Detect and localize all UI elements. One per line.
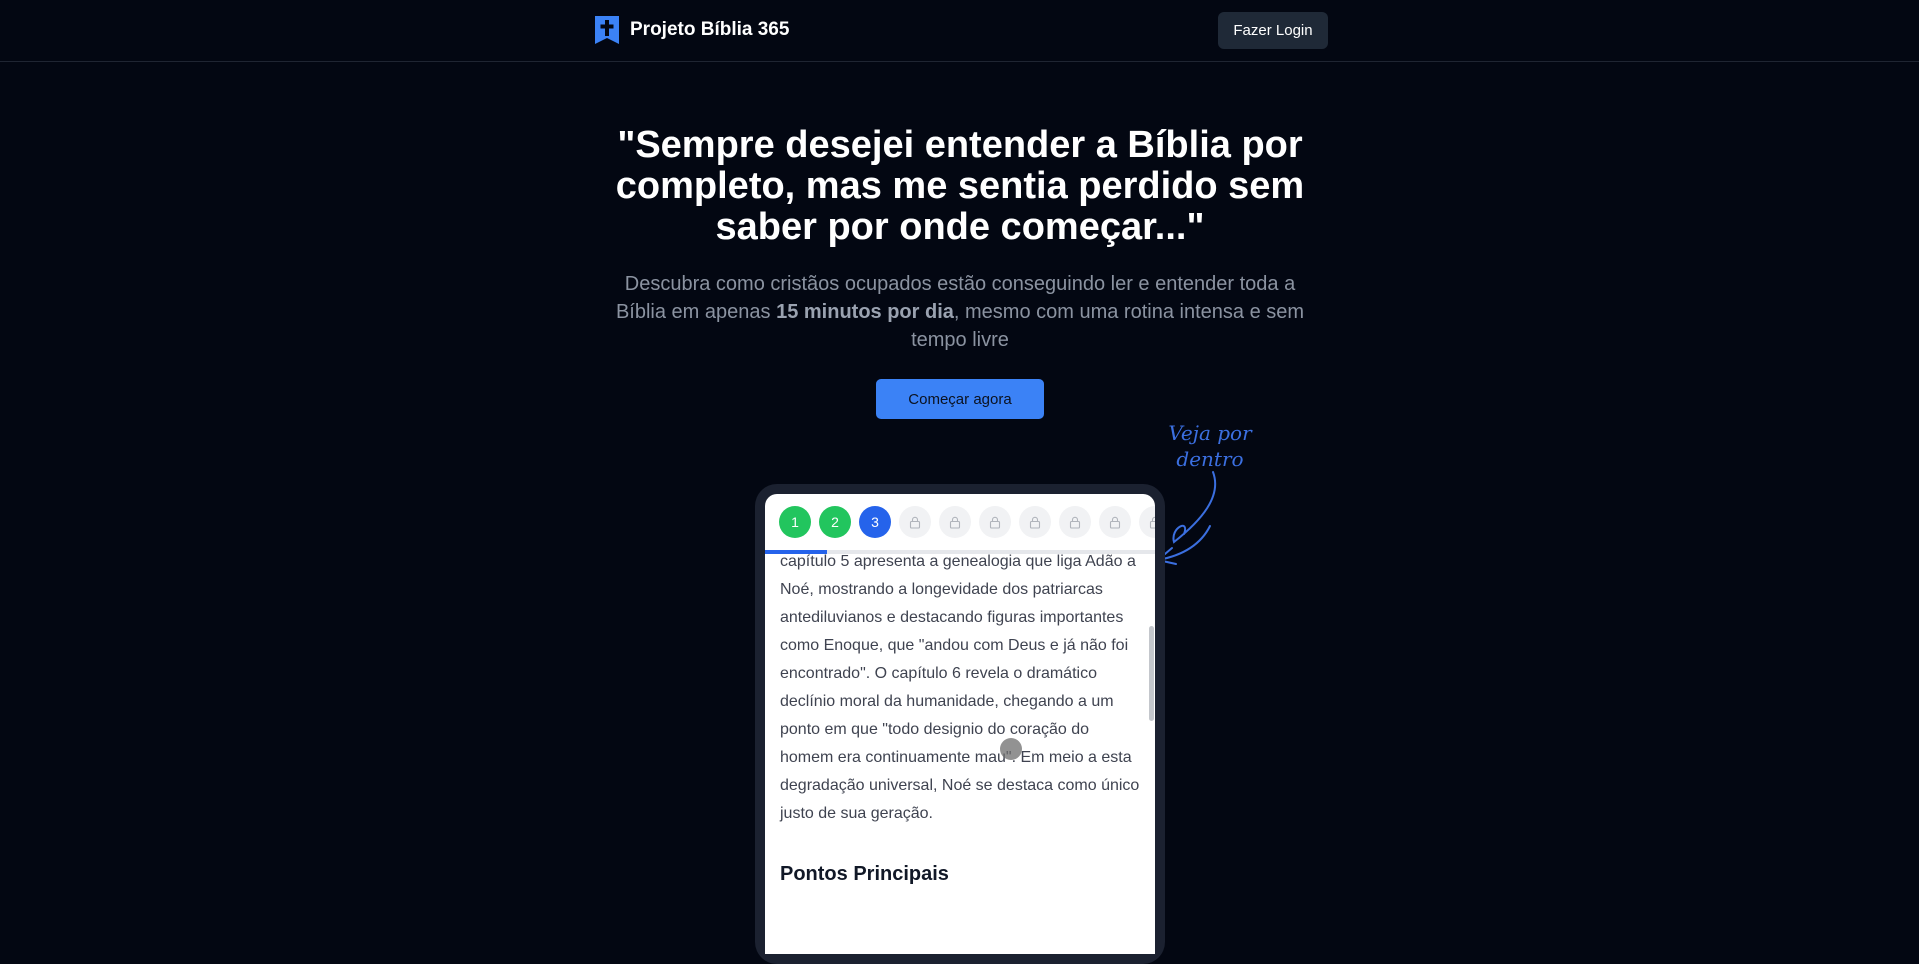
- step-number: 1: [791, 514, 799, 530]
- step-2[interactable]: 2: [819, 506, 851, 538]
- lock-icon: [1019, 506, 1051, 538]
- lock-icon: [1059, 506, 1091, 538]
- reading-content[interactable]: capítulo 5 apresenta a genealogia que li…: [780, 553, 1140, 888]
- hero-title: "Sempre desejei entender a Bíblia por co…: [615, 124, 1305, 248]
- login-button[interactable]: Fazer Login: [1218, 12, 1328, 49]
- step-number: 3: [871, 514, 879, 530]
- handwritten-annotation: Veja por dentro: [1168, 421, 1252, 471]
- brand-name: Projeto Bíblia 365: [630, 19, 790, 40]
- step-3[interactable]: 3: [859, 506, 891, 538]
- hero-subtitle: Descubra como cristãos ocupados estão co…: [610, 270, 1310, 354]
- lock-icon: [939, 506, 971, 538]
- hero-subtitle-highlight: 15 minutos por dia: [776, 301, 954, 323]
- mouse-cursor: [1000, 738, 1022, 760]
- phone-screen[interactable]: 1 2 3 capítulo 5 apresenta a genealogia qu…: [765, 494, 1155, 954]
- section-title: Pontos Principais: [780, 863, 949, 885]
- lock-icon: [899, 506, 931, 538]
- lock-icon: [1139, 506, 1155, 538]
- step-tracker: 1 2 3: [779, 506, 1155, 538]
- start-now-button[interactable]: Começar agora: [876, 379, 1044, 419]
- brand-logo[interactable]: Projeto Bíblia 365: [593, 14, 789, 46]
- lock-icon: [1099, 506, 1131, 538]
- step-1[interactable]: 1: [779, 506, 811, 538]
- top-navbar: Projeto Bíblia 365 Fazer Login: [0, 0, 1919, 62]
- hero-subtitle-text-end: , mesmo com uma rotina intensa e sem tem…: [911, 301, 1305, 351]
- cross-book-icon: [595, 16, 619, 44]
- reading-paragraph: capítulo 5 apresenta a genealogia que li…: [780, 553, 1140, 822]
- lock-icon: [979, 506, 1011, 538]
- scrollbar[interactable]: [1149, 626, 1154, 721]
- step-number: 2: [831, 514, 839, 530]
